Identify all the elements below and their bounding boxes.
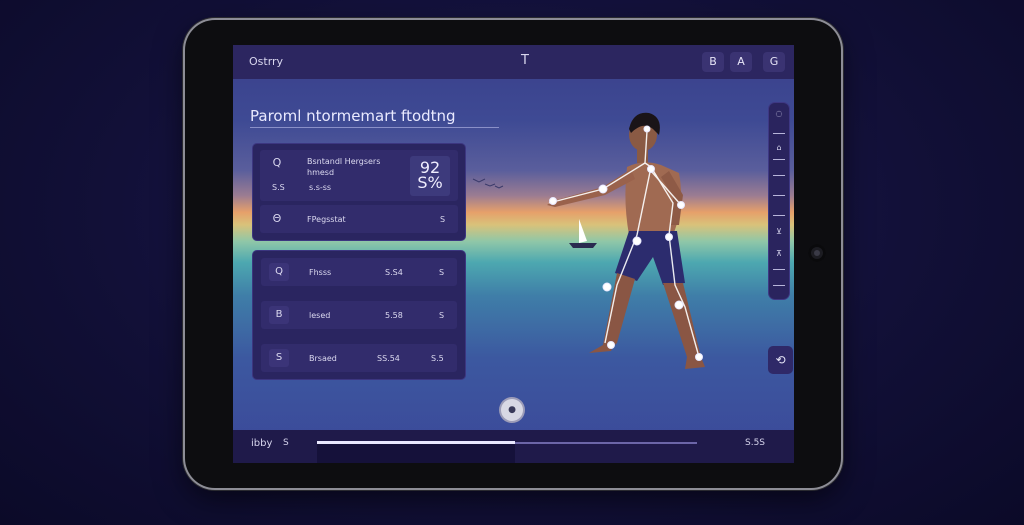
rail-marker-icon: ⊼: [776, 249, 782, 258]
rail-tick: [773, 269, 785, 270]
timeline-scrubber[interactable]: ◌ ⌂ ⊻ ⊼: [769, 103, 789, 299]
play-icon[interactable]: ●: [501, 399, 523, 421]
bottom-left-label: ibby: [251, 438, 273, 449]
rail-tick: [773, 175, 785, 176]
camera-switch-icon[interactable]: ⟲: [768, 346, 793, 374]
progress-fill: [317, 441, 515, 444]
app-screen: Ostrry T B A G Paroml ntormemart ftodtng…: [233, 45, 794, 463]
rail-top-icon: ◌: [775, 109, 783, 118]
bottom-left-small: S: [283, 438, 289, 448]
rail-marker-icon: ⌂: [776, 143, 782, 152]
rail-marker-icon: ⊻: [776, 227, 782, 236]
rail-tick: [773, 195, 785, 196]
sailboat-illustration: [569, 219, 597, 248]
bottom-bar: ibby S S.5S: [233, 430, 794, 463]
rail-tick: [773, 215, 785, 216]
rail-tick: [773, 285, 785, 286]
rail-tick: [773, 159, 785, 160]
rail-tick: [773, 133, 785, 134]
person-figure: [547, 112, 705, 369]
birds-illustration: [472, 178, 504, 189]
progress-shadow: [317, 444, 515, 463]
tablet-camera: [808, 244, 826, 262]
time-readout: S.5S: [745, 438, 766, 448]
